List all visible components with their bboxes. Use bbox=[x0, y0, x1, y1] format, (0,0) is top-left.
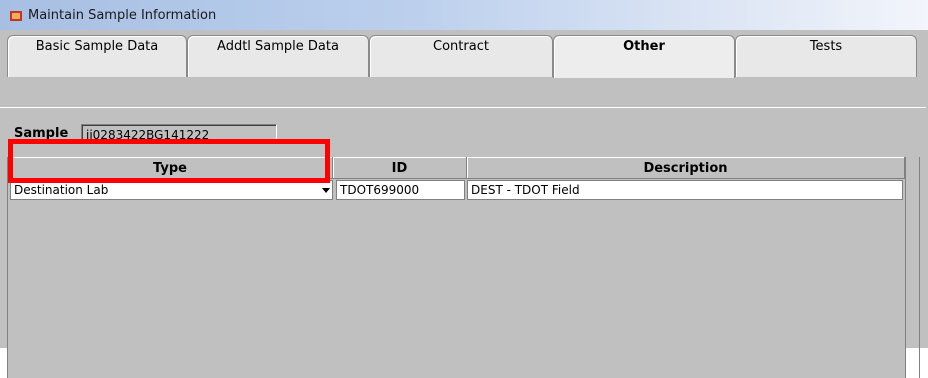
type-dropdown[interactable]: Destination Lab bbox=[10, 180, 333, 200]
tab-other[interactable]: Other bbox=[553, 35, 735, 78]
tab-label: Contract bbox=[433, 39, 489, 54]
tab-contract[interactable]: Contract bbox=[369, 35, 553, 77]
description-field[interactable]: DEST - TDOT Field bbox=[467, 180, 903, 200]
tab-panel-divider bbox=[0, 107, 926, 108]
header-id: ID bbox=[333, 157, 467, 179]
scroll-divider bbox=[919, 157, 920, 378]
tab-label: Basic Sample Data bbox=[35, 39, 159, 54]
highlight-box bbox=[8, 139, 330, 183]
tab-tests[interactable]: Tests bbox=[735, 35, 917, 77]
main-content: Basic Sample Data Addtl Sample Data Cont… bbox=[0, 30, 928, 378]
window-title: Maintain Sample Information bbox=[28, 8, 217, 23]
id-field[interactable]: TDOT699000 bbox=[336, 180, 465, 200]
header-description: Description bbox=[467, 157, 905, 179]
tab-label: Addtl Sample Data bbox=[217, 39, 339, 54]
tab-label: Other bbox=[623, 39, 665, 54]
tab-basic-sample-data[interactable]: Basic Sample Data bbox=[7, 35, 187, 77]
window-titlebar: Maintain Sample Information bbox=[0, 0, 928, 30]
app-icon bbox=[10, 11, 22, 21]
other-grid: Type ID Description Destination Lab TDOT… bbox=[7, 157, 906, 378]
chevron-down-icon[interactable] bbox=[318, 182, 332, 198]
tab-label: Tests bbox=[809, 39, 843, 54]
tab-addtl-sample-data[interactable]: Addtl Sample Data bbox=[187, 35, 369, 77]
